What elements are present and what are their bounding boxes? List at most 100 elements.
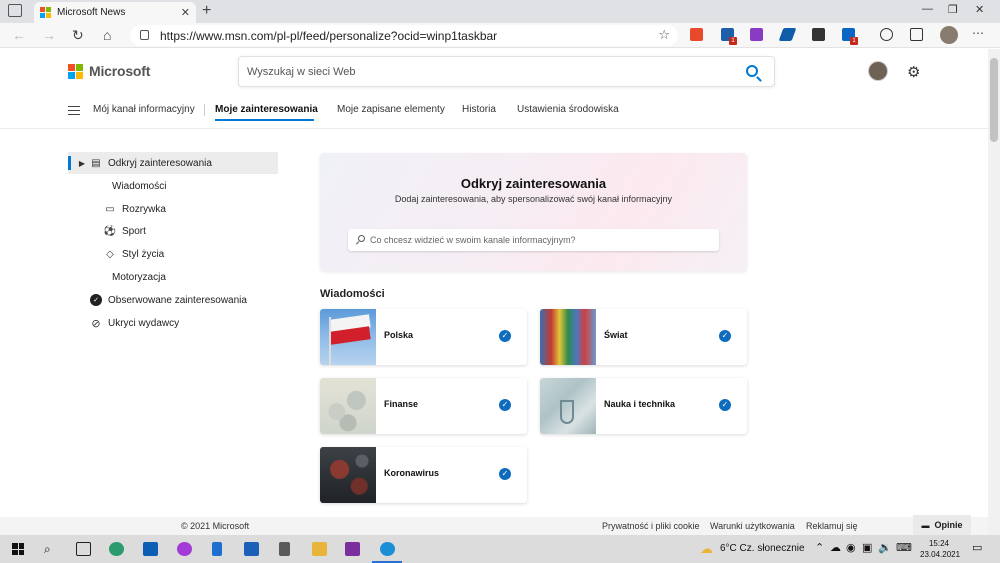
settings-gear-icon[interactable]: ⚙ xyxy=(907,63,920,81)
phone-icon[interactable] xyxy=(212,542,222,556)
feedback-button[interactable]: ▬ Opinie xyxy=(913,515,971,535)
sidebar-item-followed[interactable]: ✓ Obserwowane zainteresowania xyxy=(68,289,278,311)
sidebar-item-automotive[interactable]: Motoryzacja xyxy=(68,266,278,288)
footer-copyright: © 2021 Microsoft xyxy=(181,521,250,531)
taskbar-clock[interactable]: 15:24 23.04.2021 xyxy=(920,538,960,560)
sidebar-item-sport[interactable]: ⚽ Sport xyxy=(68,220,278,242)
nav-history[interactable]: Historia xyxy=(462,104,496,115)
card-thumbnail xyxy=(540,378,596,434)
active-nav-indicator xyxy=(215,119,314,121)
feedback-label: Opinie xyxy=(934,520,963,530)
followed-check-icon[interactable]: ✓ xyxy=(499,330,511,342)
onenote-extension-icon[interactable] xyxy=(750,28,763,41)
forward-icon[interactable]: → xyxy=(42,27,56,43)
volume-icon[interactable]: 🔉 xyxy=(878,541,892,554)
browser-tab[interactable]: Microsoft News ✕ xyxy=(34,2,196,23)
address-bar[interactable]: https://www.msn.com/pl-pl/feed/personali… xyxy=(130,25,678,46)
word-icon[interactable] xyxy=(244,542,259,556)
share-icon[interactable] xyxy=(910,28,923,41)
footer-link-privacy[interactable]: Prywatność i pliki cookie xyxy=(602,521,700,531)
show-hidden-icons[interactable]: ⌃ xyxy=(815,541,824,554)
hero-title: Odkryj zainteresowania xyxy=(460,176,607,191)
network-icon[interactable]: ▣ xyxy=(862,541,872,554)
footer-link-advertise[interactable]: Reklamuj się xyxy=(806,521,858,531)
mail-icon[interactable] xyxy=(143,542,158,556)
sidebar-item-hidden-publishers[interactable]: ⊘ Ukryci wydawcy xyxy=(68,312,278,334)
expand-caret-icon[interactable]: ▶ xyxy=(78,157,86,169)
sidebar-item-discover[interactable]: ▶ ▤ Odkryj zainteresowania xyxy=(68,152,278,174)
edge-icon[interactable] xyxy=(380,542,395,556)
taskbar-search-icon[interactable]: ⌕ xyxy=(44,542,51,557)
windows-start-icon[interactable] xyxy=(12,543,24,555)
card-thumbnail xyxy=(320,378,376,434)
footer-link-terms[interactable]: Warunki użytkowania xyxy=(710,521,795,531)
interest-card-koronawirus[interactable]: Koronawirus ✓ xyxy=(320,447,527,503)
feedback-icon: ▬ xyxy=(921,520,930,530)
scrollbar-thumb[interactable] xyxy=(990,58,998,142)
sidebar-item-news[interactable]: Wiadomości xyxy=(68,175,278,197)
nav-separator xyxy=(204,104,205,116)
notifications-icon[interactable]: ▭ xyxy=(972,541,982,554)
close-window-button[interactable]: ✕ xyxy=(975,3,984,16)
browser-profile-avatar[interactable] xyxy=(940,26,958,44)
followed-check-icon[interactable]: ✓ xyxy=(719,330,731,342)
page-footer: © 2021 Microsoft Prywatność i pliki cook… xyxy=(0,517,988,535)
tab-actions-icon[interactable] xyxy=(8,4,22,17)
edge-canary-icon[interactable] xyxy=(109,542,124,556)
nav-my-feed[interactable]: Mój kanał informacyjny xyxy=(93,104,195,115)
hamburger-menu-icon[interactable] xyxy=(68,106,80,115)
sidebar-item-entertainment[interactable]: ▭ Rozrywka xyxy=(68,198,278,220)
followed-check-icon[interactable]: ✓ xyxy=(499,399,511,411)
entertainment-icon: ▭ xyxy=(105,203,115,215)
onedrive-icon[interactable]: ☁ xyxy=(830,541,841,554)
card-thumbnail xyxy=(320,447,376,503)
discover-interests-card: Odkryj zainteresowania Dodaj zainteresow… xyxy=(320,153,747,271)
back-icon[interactable]: ← xyxy=(12,27,26,43)
new-tab-button[interactable]: + xyxy=(202,2,211,20)
microsoft-logo[interactable]: Microsoft xyxy=(68,63,150,79)
collections-icon[interactable] xyxy=(880,28,893,41)
search-icon[interactable] xyxy=(746,65,758,77)
user-avatar[interactable] xyxy=(868,61,888,81)
followed-check-icon[interactable]: ✓ xyxy=(499,468,511,480)
web-search-input[interactable] xyxy=(239,57,719,86)
sidebar-item-label: Ukryci wydawcy xyxy=(108,317,180,329)
tab-close-icon[interactable]: ✕ xyxy=(181,6,190,19)
office-extension-icon[interactable] xyxy=(690,28,703,41)
interest-card-swiat[interactable]: Świat ✓ xyxy=(540,309,747,365)
task-view-icon[interactable] xyxy=(76,542,91,556)
minimize-button[interactable]: — xyxy=(922,3,933,15)
nav-saved-items[interactable]: Moje zapisane elementy xyxy=(337,104,445,115)
nav-my-interests[interactable]: Moje zainteresowania xyxy=(215,104,318,115)
home-icon[interactable]: ⌂ xyxy=(103,27,111,43)
followed-check-icon[interactable]: ✓ xyxy=(719,399,731,411)
messenger-icon[interactable] xyxy=(177,542,192,556)
keyboard-icon[interactable]: ⌨ xyxy=(896,541,912,554)
lifestyle-icon: ◇ xyxy=(106,248,114,260)
followed-check-icon: ✓ xyxy=(90,294,102,306)
weather-text[interactable]: 6°C Cz. słonecznie xyxy=(720,543,805,554)
sidebar-item-lifestyle[interactable]: ◇ Styl życia xyxy=(68,243,278,265)
interest-card-polska[interactable]: Polska ✓ xyxy=(320,309,527,365)
system-tray-icon[interactable]: ◉ xyxy=(846,541,856,554)
calculator-icon[interactable] xyxy=(279,542,290,556)
maximize-button[interactable]: ❐ xyxy=(948,3,958,16)
more-options-icon[interactable]: ⋯ xyxy=(972,26,984,40)
share-extension-icon[interactable] xyxy=(812,28,825,41)
file-explorer-icon[interactable] xyxy=(312,542,327,556)
favorite-star-icon[interactable]: ☆ xyxy=(658,27,670,43)
refresh-icon[interactable]: ↻ xyxy=(72,27,84,44)
interest-search-input[interactable] xyxy=(348,229,688,251)
card-label: Finanse xyxy=(384,399,419,409)
card-label: Nauka i technika xyxy=(604,399,676,409)
onenote-icon[interactable] xyxy=(345,542,360,556)
interest-card-finanse[interactable]: Finanse ✓ xyxy=(320,378,527,434)
sidebar-item-label: Wiadomości xyxy=(112,180,167,192)
pen-extension-icon[interactable] xyxy=(778,28,797,41)
blocked-icon: ⊘ xyxy=(91,317,101,330)
sidebar-item-label: Odkryj zainteresowania xyxy=(108,157,212,169)
card-thumbnail xyxy=(320,309,376,365)
nav-experience-settings[interactable]: Ustawienia środowiska xyxy=(517,104,619,115)
interest-card-nauka[interactable]: Nauka i technika ✓ xyxy=(540,378,747,434)
sidebar-item-label: Rozrywka xyxy=(122,203,166,215)
